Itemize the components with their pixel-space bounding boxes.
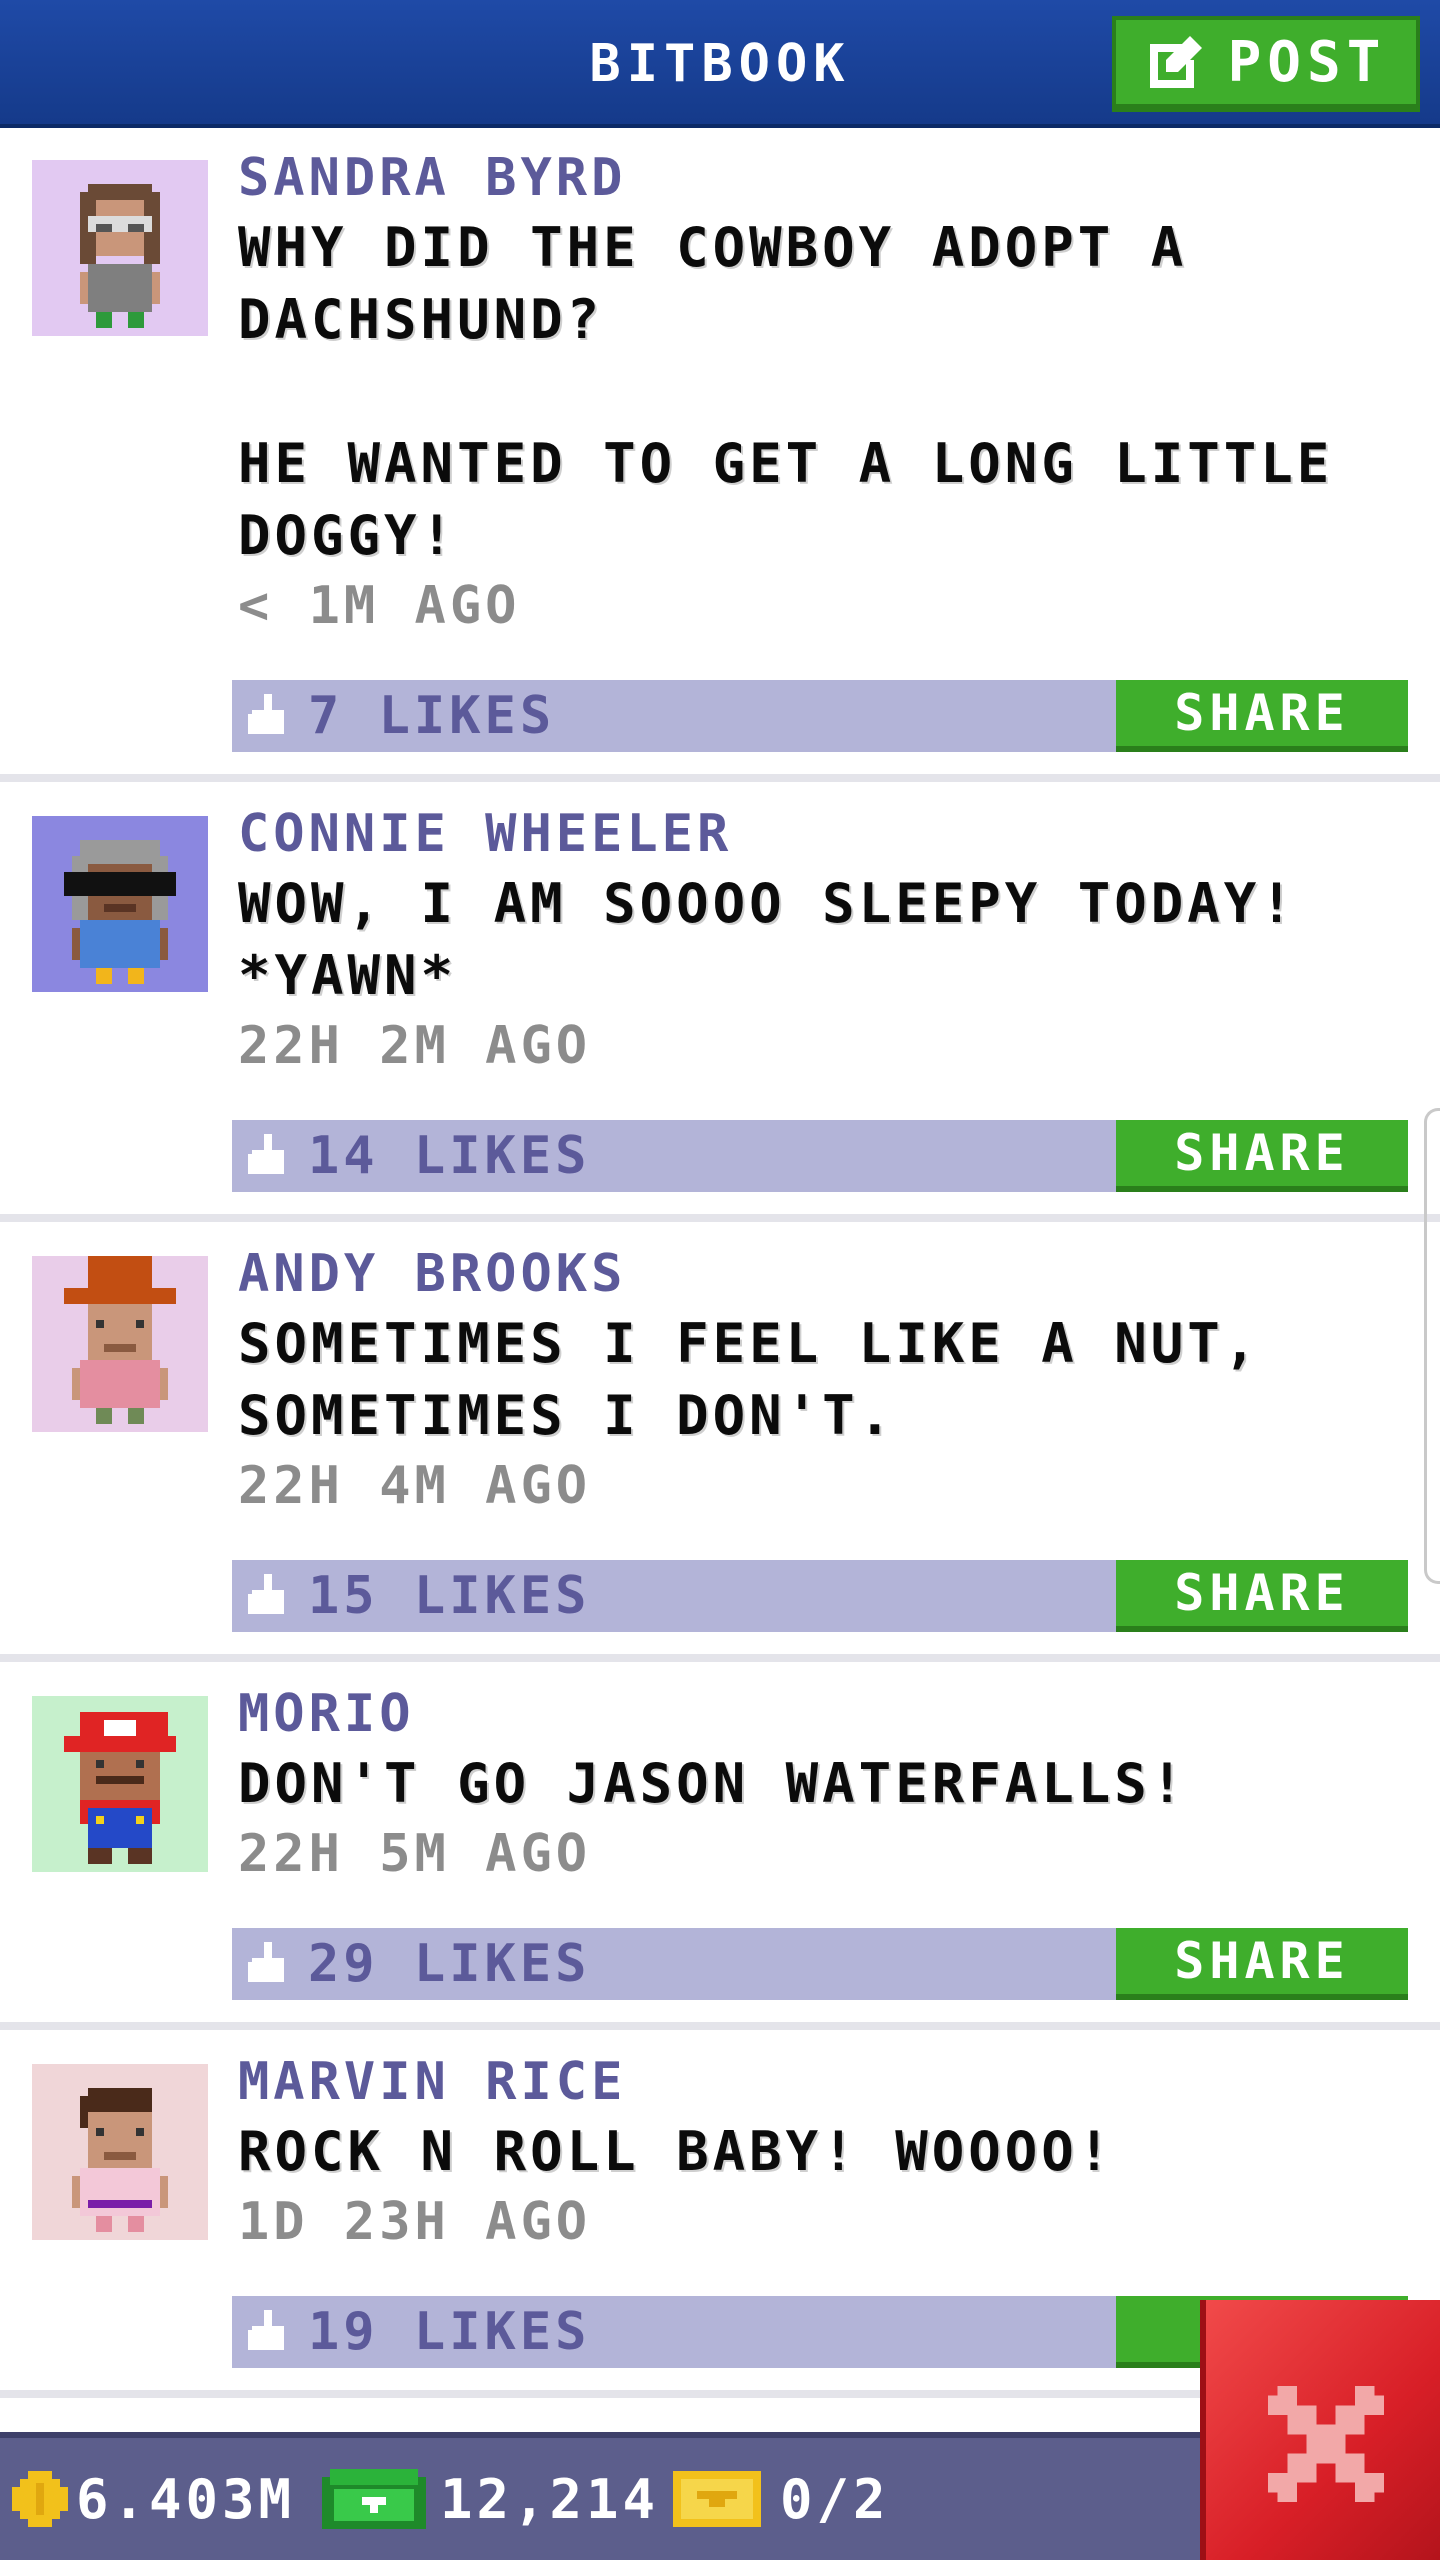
share-button[interactable]: SHARE [1116, 1928, 1408, 2000]
post-author[interactable]: MORIO [238, 1684, 415, 1744]
post-timestamp: 1D 23H AGO [238, 2192, 592, 2252]
avatar[interactable] [32, 1696, 208, 1872]
like-count: 19 LIKES [308, 2302, 591, 2362]
avatar[interactable] [32, 160, 208, 336]
post-message: WHY DID THE COWBOY ADOPT A DACHSHUND? HE… [238, 216, 1334, 567]
share-button[interactable]: SHARE [1116, 680, 1408, 752]
close-button[interactable] [1200, 2300, 1440, 2560]
thumbs-up-icon[interactable] [248, 1134, 288, 1178]
close-icon [1268, 2386, 1384, 2502]
avatar[interactable] [32, 1256, 208, 1432]
avatar-portrait [32, 816, 208, 992]
coins-stat: 6.403M [12, 2438, 295, 2560]
thumbs-up-icon[interactable] [248, 694, 288, 738]
like-count: 14 LIKES [308, 1126, 591, 1186]
ticket-icon [673, 2471, 761, 2527]
avatar-portrait [32, 2064, 208, 2240]
like-bar: 15 LIKES SHARE [232, 1560, 1408, 1632]
avatar-portrait [32, 1256, 208, 1432]
post-author[interactable]: MARVIN RICE [238, 2052, 626, 2112]
like-bar: 29 LIKES SHARE [232, 1928, 1408, 2000]
post-message: SOMETIMES I FEEL LIKE A NUT, SOMETIMES I… [238, 1312, 1261, 1447]
share-button[interactable]: SHARE [1116, 1120, 1408, 1192]
post-timestamp: 22H 5M AGO [238, 1824, 592, 1884]
compose-icon [1149, 36, 1202, 88]
post-author[interactable]: ANDY BROOKS [238, 1244, 626, 1304]
thumbs-up-icon[interactable] [248, 1574, 288, 1618]
avatar[interactable] [32, 2064, 208, 2240]
app-header: BITBOOK POST [0, 0, 1440, 128]
post-timestamp: 22H 2M AGO [238, 1016, 592, 1076]
bux-value: 12,214 [440, 2467, 660, 2531]
bux-stat: 12,214 [322, 2438, 659, 2560]
like-count: 29 LIKES [308, 1934, 591, 1994]
post-author[interactable]: SANDRA BYRD [238, 148, 626, 208]
share-button[interactable]: SHARE [1116, 1560, 1408, 1632]
post-divider [0, 774, 1440, 782]
post-divider [0, 2022, 1440, 2030]
tickets-stat: 0/2 [672, 2438, 890, 2560]
bux-icon [322, 2469, 426, 2529]
like-count: 15 LIKES [308, 1566, 591, 1626]
coins-value: 6.403M [76, 2467, 296, 2531]
avatar-portrait [32, 1696, 208, 1872]
avatar[interactable] [32, 816, 208, 992]
scroll-indicator[interactable] [1424, 1108, 1440, 1584]
coin-icon [12, 2471, 68, 2527]
post-message: ROCK N ROLL BABY! WOOOO! [238, 2120, 1115, 2183]
avatar-portrait [32, 160, 208, 336]
post-divider [0, 1654, 1440, 1662]
post-button-label: POST [1227, 29, 1387, 95]
tickets-value: 0/2 [780, 2467, 890, 2531]
post-divider [0, 1214, 1440, 1222]
post-timestamp: 22H 4M AGO [238, 1456, 592, 1516]
post-message: DON'T GO JASON WATERFALLS! [238, 1752, 1188, 1815]
thumbs-up-icon[interactable] [248, 2310, 288, 2354]
post-button[interactable]: POST [1112, 16, 1420, 112]
post-author[interactable]: CONNIE WHEELER [238, 804, 732, 864]
post-message: WOW, I AM SOOOO SLEEPY TODAY! *YAWN* [238, 872, 1297, 1007]
like-bar: 7 LIKES SHARE [232, 680, 1408, 752]
post-timestamp: < 1M AGO [238, 576, 521, 636]
thumbs-up-icon[interactable] [248, 1942, 288, 1986]
like-count: 7 LIKES [308, 686, 556, 746]
like-bar: 14 LIKES SHARE [232, 1120, 1408, 1192]
